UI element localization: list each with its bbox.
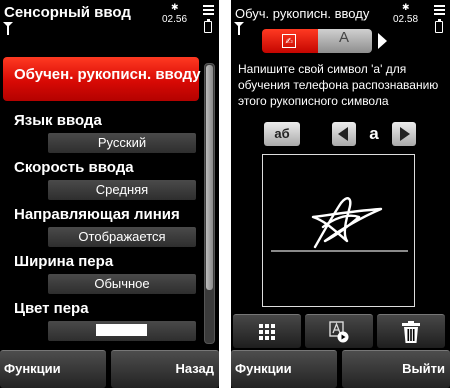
- keyboard-switch-button[interactable]: аб: [264, 122, 300, 146]
- screen-title: Обуч. рукописн. вводу: [235, 6, 370, 21]
- setting-value-guide-line[interactable]: Отображается: [48, 227, 196, 247]
- setting-label-pen-color[interactable]: Цвет пера: [14, 300, 89, 317]
- scrollbar-thumb[interactable]: [206, 65, 213, 290]
- training-screen: Обуч. рукописн. вводу ✱ 02.58 ✍ A Напиши…: [231, 0, 450, 388]
- signal-icon: [234, 22, 244, 36]
- symbol-list-button[interactable]: [233, 314, 301, 348]
- back-softkey[interactable]: Назад: [111, 350, 219, 388]
- setting-label-input-speed[interactable]: Скорость ввода: [14, 159, 134, 176]
- softkey-bar: Функции Выйти: [231, 350, 450, 388]
- setting-handwriting-training[interactable]: Обучен. рукописн. вводу: [3, 57, 201, 101]
- setting-label-guide-line[interactable]: Направляющая линия: [14, 206, 180, 223]
- setting-value-pen-width[interactable]: Обычное: [48, 274, 196, 294]
- signal-icon: [3, 22, 13, 36]
- grid-icon: [259, 324, 275, 340]
- tab-font[interactable]: A: [318, 29, 372, 53]
- writing-pad[interactable]: [262, 154, 415, 307]
- screen-title: Сенсорный ввод: [4, 4, 131, 21]
- current-symbol: a: [369, 124, 379, 143]
- clock: 02.58: [393, 14, 419, 25]
- options-softkey[interactable]: Функции: [0, 350, 106, 388]
- mode-tabs: ✍ A: [262, 29, 372, 53]
- menu-icon[interactable]: [434, 5, 445, 15]
- battery-icon: [435, 19, 443, 33]
- softkey-bar: Функции Назад: [0, 350, 219, 388]
- options-softkey[interactable]: Функции: [231, 350, 337, 388]
- trash-icon: [402, 321, 420, 343]
- battery-icon: [204, 19, 212, 33]
- clock: 02.56: [162, 14, 188, 25]
- next-symbol-button[interactable]: [392, 122, 416, 146]
- exit-softkey[interactable]: Выйти: [342, 350, 450, 388]
- delete-symbol-button[interactable]: [377, 314, 445, 348]
- pen-color-swatch: [96, 324, 147, 336]
- settings-screen: Сенсорный ввод ✱ 02.56 Обучен. рукописн.…: [0, 0, 219, 388]
- menu-icon[interactable]: [203, 5, 214, 15]
- tab-handwriting[interactable]: ✍: [262, 29, 318, 53]
- setting-label: Обучен. рукописн. вводу: [14, 66, 201, 83]
- setting-value-input-language[interactable]: Русский: [48, 133, 196, 153]
- setting-label-input-language[interactable]: Язык ввода: [14, 112, 102, 129]
- handwritten-stroke: [271, 197, 408, 252]
- font-tab-icon: A: [338, 29, 349, 46]
- bluetooth-icon: ✱: [402, 2, 410, 12]
- tab-next-arrow-icon[interactable]: [378, 33, 387, 49]
- scrollbar[interactable]: [204, 63, 215, 344]
- instruction-text: Напишите свой символ 'a' для обучения те…: [238, 62, 439, 108]
- handwriting-tab-icon: ✍: [282, 34, 296, 48]
- bluetooth-icon: ✱: [171, 2, 179, 12]
- training-toolbar: [231, 314, 450, 348]
- play-symbol-icon: [329, 321, 349, 343]
- setting-value-input-speed[interactable]: Средняя: [48, 180, 196, 200]
- previous-symbol-button[interactable]: [332, 122, 356, 146]
- setting-label-pen-width[interactable]: Ширина пера: [14, 253, 113, 270]
- play-symbol-button[interactable]: [305, 314, 373, 348]
